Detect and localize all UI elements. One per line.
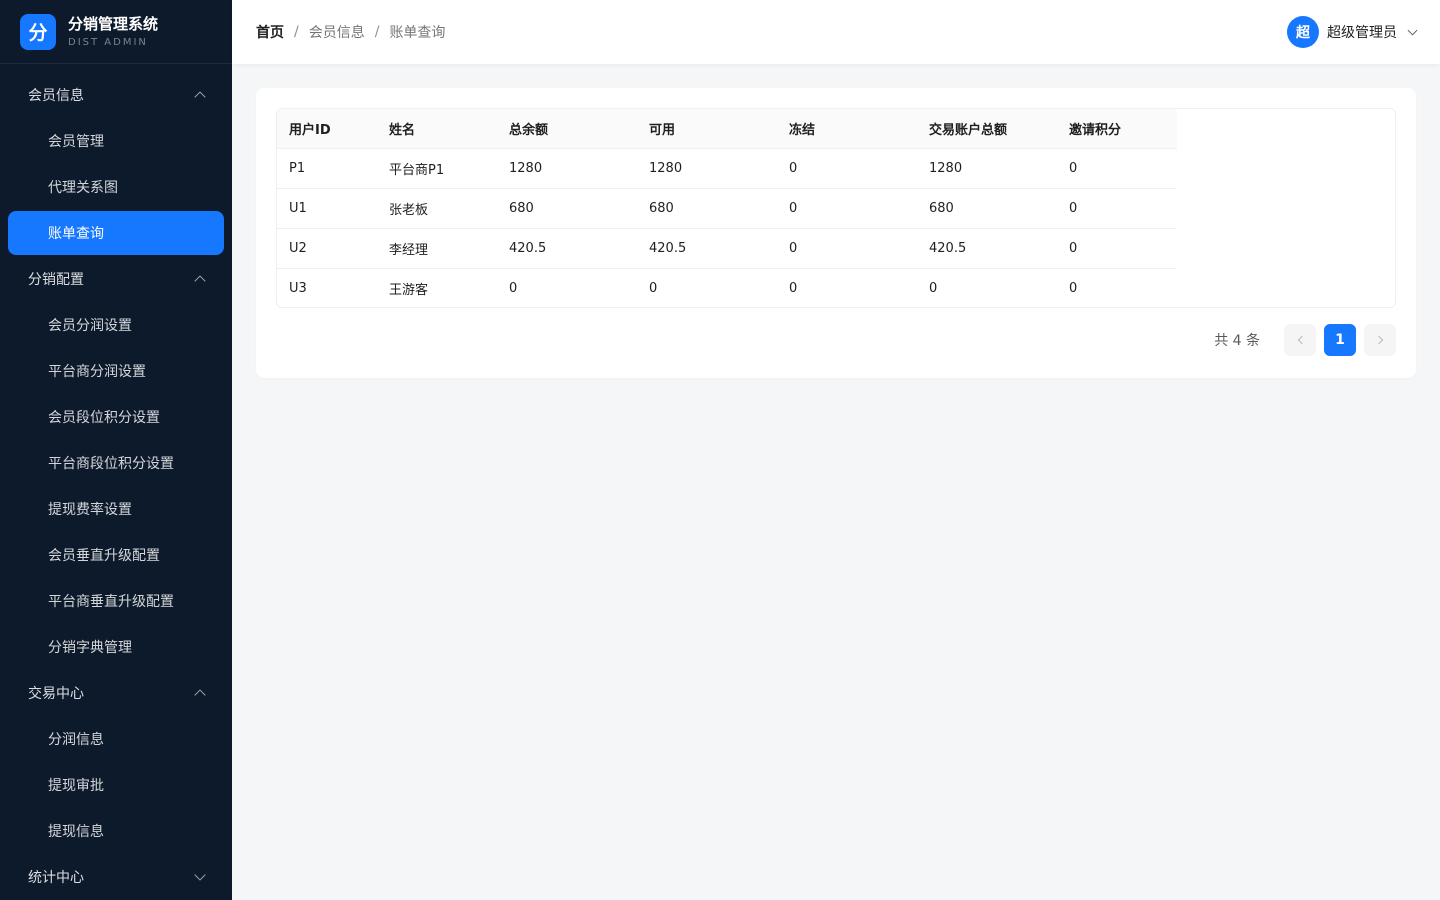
cell-invite-points: 0 — [1057, 228, 1177, 269]
col-header-available: 可用 — [637, 109, 777, 149]
breadcrumb-member-info[interactable]: 会员信息 — [309, 22, 365, 42]
cell-name: 王游客 — [389, 282, 429, 298]
top-header: 首页 / 会员信息 / 账单查询 超 超级管理员 — [232, 0, 1440, 64]
breadcrumb-separator: / — [294, 24, 299, 40]
cell-name: 张老板 — [377, 188, 497, 229]
table-container: 用户ID 姓名 总余额 可用 冻结 交易账户总额 邀请积分 P1 平台商P1 128… — [276, 108, 1396, 308]
col-header-name: 姓名 — [377, 109, 497, 149]
chevron-down-icon — [1407, 25, 1418, 35]
breadcrumb-home[interactable]: 首页 — [256, 22, 284, 42]
cell-total-balance: 1280 — [497, 148, 637, 189]
cell-available: 680 — [637, 188, 777, 229]
cell-total-balance: 420.5 — [497, 228, 637, 269]
sidebar-menu: 会员信息会员管理 代理关系图 账单查询分销配置会员分润设置 平台商分润设置 会员段位积分… — [0, 64, 232, 900]
cell-trade-account-total: 0 — [929, 280, 938, 296]
chevron-up-icon — [194, 91, 206, 103]
cell-frozen: 0 — [777, 228, 917, 269]
cell-frozen: 0 — [777, 188, 917, 229]
brand-subtitle: DIST ADMIN — [68, 36, 148, 48]
sidebar-item[interactable]: 提现审批 — [0, 762, 232, 808]
table-row: U1 张老板 680 680 0 680 0 — [277, 188, 1177, 229]
col-header-frozen: 冻结 — [777, 109, 917, 149]
sidebar-item[interactable]: 提现费率设置 — [0, 486, 232, 532]
breadcrumb-separator: / — [374, 24, 380, 40]
sidebar-group[interactable]: 分销配置 — [0, 256, 232, 302]
sidebar-item[interactable]: 平台商分润设置 — [0, 348, 232, 394]
bill-table: 用户ID 姓名 总余额 可用 冻结 交易账户总额 邀请积分 P1 平台商P1 128… — [277, 109, 1177, 307]
sidebar-item[interactable]: 分销字典管理 — [0, 624, 232, 670]
sidebar-item[interactable]: 平台商垂直升级配置 — [0, 578, 232, 624]
cell-available: 420.5 — [637, 228, 777, 269]
sidebar-item[interactable]: 代理关系图 — [0, 164, 232, 210]
sidebar-group[interactable]: 会员信息 — [0, 72, 232, 118]
chevron-down-icon — [194, 869, 206, 881]
col-header-total-balance: 总余额 — [497, 109, 637, 149]
brand[interactable]: 分 分销管理系统 DIST ADMIN — [0, 0, 232, 64]
cell-trade-account-total: 1280 — [917, 148, 1057, 189]
cell-user-id: U3 — [289, 280, 307, 296]
cell-invite-points: 0 — [1069, 280, 1078, 296]
breadcrumb-current: 账单查询 — [389, 25, 446, 41]
cell-trade-account-total: 420.5 — [917, 228, 1057, 269]
table-row: U3 王游客 0 0 0 0 0 — [277, 268, 1177, 307]
user-menu[interactable]: 超 超级管理员 — [1287, 16, 1418, 48]
cell-total-balance: 680 — [497, 188, 637, 229]
table-row: U2 李经理 420.5 420.5 0 420.5 0 — [277, 228, 1177, 269]
chevron-left-icon — [1297, 335, 1306, 345]
brand-title: 分销管理系统 — [68, 14, 159, 33]
col-header-invite-points: 邀请积分 — [1057, 109, 1177, 149]
cell-invite-points: 0 — [1057, 148, 1177, 189]
cell-frozen: 0 — [777, 148, 917, 189]
sidebar-group-label: 交易中心 — [28, 686, 84, 702]
sidebar-item[interactable]: 会员分润设置 — [0, 302, 232, 348]
brand-logo: 分 — [20, 13, 56, 50]
sidebar-item[interactable]: 账单查询 — [8, 211, 224, 255]
sidebar-group-label: 会员信息 — [28, 88, 84, 104]
cell-frozen: 0 — [789, 280, 798, 296]
pagination: 共 4 条 1 — [276, 324, 1396, 356]
avatar: 超 — [1287, 16, 1319, 48]
cell-total-balance: 0 — [509, 280, 518, 296]
cell-available: 1280 — [637, 148, 777, 189]
brand-text: 分销管理系统 DIST ADMIN — [68, 14, 158, 50]
cell-user-id: U2 — [277, 228, 377, 269]
col-header-user-id: 用户ID — [277, 109, 377, 149]
page-1-button[interactable]: 1 — [1324, 324, 1356, 356]
cell-user-id: P1 — [277, 148, 377, 189]
sidebar-item[interactable]: 平台商段位积分设置 — [0, 440, 232, 486]
table-body: P1 平台商P1 1280 1280 0 1280 0 U1 张老板 680 680 0 680 0 U2 李… — [277, 148, 1177, 307]
cell-trade-account-total: 680 — [917, 188, 1057, 229]
prev-page-button[interactable] — [1284, 324, 1316, 356]
sidebar-item[interactable]: 分润信息 — [0, 716, 232, 762]
pagination-total: 共 4 条 — [1214, 333, 1260, 349]
sidebar-group[interactable]: 统计中心 — [0, 854, 232, 900]
sidebar-item[interactable]: 会员垂直升级配置 — [0, 532, 232, 578]
sidebar-item[interactable]: 会员管理 — [0, 118, 232, 164]
sidebar-item[interactable]: 提现信息 — [0, 808, 232, 854]
chevron-up-icon — [194, 689, 206, 701]
cell-invite-points: 0 — [1057, 188, 1177, 229]
sidebar: 分 分销管理系统 DIST ADMIN 会员信息会员管理 代理关系图 账单查询分销配… — [0, 0, 232, 900]
sidebar-group-label: 分销配置 — [28, 272, 84, 288]
cell-user-id: U1 — [277, 188, 377, 229]
col-header-trade-account-total: 交易账户总额 — [917, 109, 1057, 149]
bill-query-card: 用户ID 姓名 总余额 可用 冻结 交易账户总额 邀请积分 P1 平台商P1 128… — [256, 88, 1416, 378]
sidebar-group[interactable]: 交易中心 — [0, 670, 232, 716]
user-name: 超级管理员 — [1327, 25, 1397, 41]
sidebar-item[interactable]: 会员段位积分设置 — [0, 394, 232, 440]
next-page-button[interactable] — [1364, 324, 1396, 356]
chevron-right-icon — [1374, 335, 1383, 345]
sidebar-group-label: 统计中心 — [28, 870, 84, 886]
table-header-row: 用户ID 姓名 总余额 可用 冻结 交易账户总额 邀请积分 — [277, 109, 1177, 149]
chevron-up-icon — [194, 275, 206, 287]
cell-available: 0 — [649, 280, 658, 296]
cell-name: 平台商P1 — [377, 148, 497, 189]
table-row: P1 平台商P1 1280 1280 0 1280 0 — [277, 148, 1177, 189]
breadcrumb: 首页 / 会员信息 / 账单查询 — [256, 22, 445, 42]
cell-name: 李经理 — [377, 228, 497, 269]
